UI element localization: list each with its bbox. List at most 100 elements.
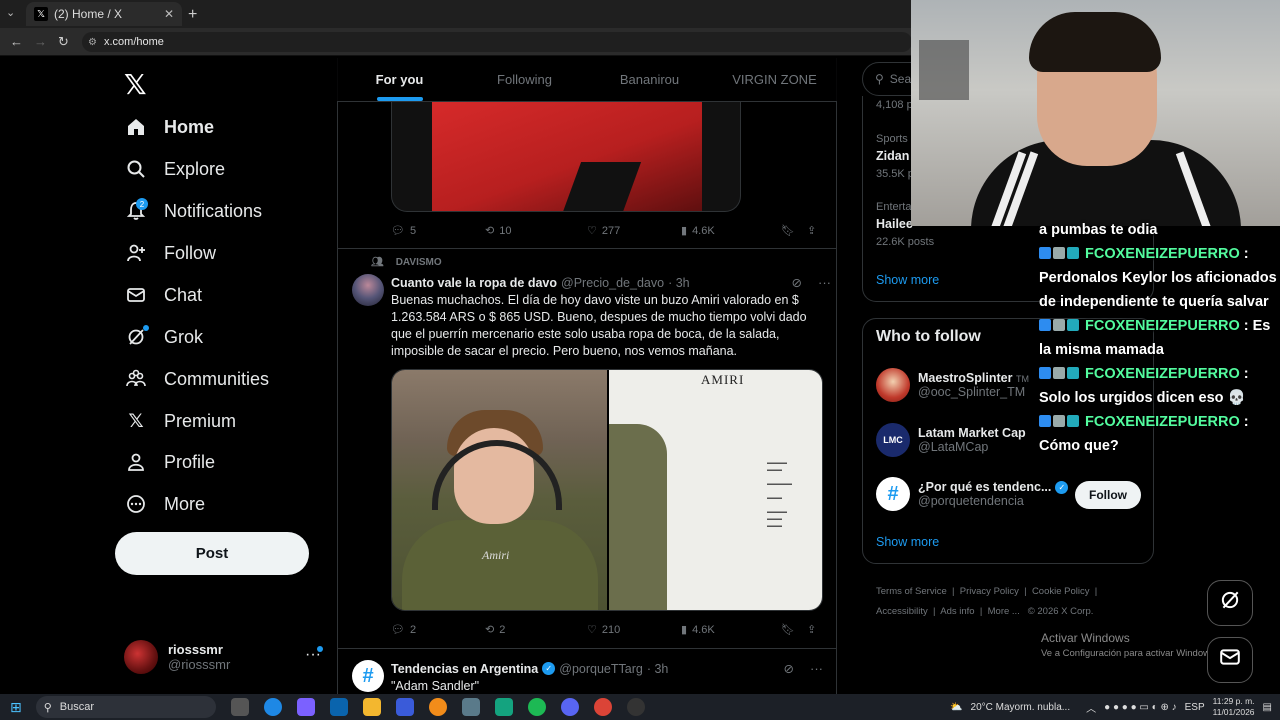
post-button[interactable]: Post: [115, 532, 309, 575]
author-handle[interactable]: @Precio_de_davo: [561, 276, 664, 290]
chat-message: FCOXENEIZEPUERRO : Es la misma mamada: [1039, 318, 1271, 358]
app-icon[interactable]: [461, 698, 480, 716]
tweet-image-grid[interactable]: Amiri AMIRI ▬▬▬▬ ▬▬▬ ▬▬▬▬▬ ▬▬▬ ▬▬▬▬ ▬▬▬ ▬▬▬: [391, 369, 823, 611]
copilot-icon[interactable]: [296, 698, 315, 716]
nav-premium[interactable]: 𝕏 Premium: [126, 403, 236, 439]
windows-start-icon[interactable]: ⊞: [10, 699, 22, 716]
weather-icon[interactable]: ⛅: [950, 702, 962, 713]
nav-follow[interactable]: Follow: [126, 235, 216, 271]
more-icon[interactable]: ···: [810, 661, 823, 676]
footer-link[interactable]: Cookie Policy: [1032, 586, 1090, 597]
url-field[interactable]: ⚙ x.com/home: [82, 32, 912, 52]
tweet-image-product[interactable]: AMIRI ▬▬▬▬ ▬▬▬ ▬▬▬▬▬ ▬▬▬ ▬▬▬▬ ▬▬▬ ▬▬▬: [609, 370, 822, 610]
footer-link[interactable]: Accessibility: [876, 606, 928, 617]
nav-label: Grok: [164, 326, 204, 347]
share-icon[interactable]: ⇪: [807, 623, 816, 636]
tab-close-icon[interactable]: ✕: [164, 7, 174, 21]
vscode-icon[interactable]: [395, 698, 414, 716]
follow-suggestion[interactable]: # ¿Por qué es tendenc... ✓ @porquetendenc…: [876, 477, 1069, 511]
tab-virgin-zone[interactable]: VIRGIN ZONE: [712, 58, 837, 101]
bookmark-icon[interactable]: 🔖︎: [781, 623, 807, 636]
follow-suggestion[interactable]: LMC Latam Market Cap @LataMCap: [876, 423, 1026, 457]
views-button[interactable]: ▮ 4.6K: [681, 623, 781, 637]
tab-for-you[interactable]: For you: [337, 58, 462, 101]
tweet-time[interactable]: · 3h: [647, 662, 669, 676]
author-handle[interactable]: @porqueTTarg: [559, 662, 643, 676]
views-button[interactable]: ▮ 4.6K: [681, 224, 781, 238]
footer-link[interactable]: More ...: [988, 606, 1020, 617]
tab-following[interactable]: Following: [462, 58, 587, 101]
grok-icon[interactable]: ⊘: [784, 661, 794, 676]
footer-link[interactable]: Terms of Service: [876, 586, 947, 597]
app-icon[interactable]: [494, 698, 513, 716]
show-more-link[interactable]: Show more: [876, 273, 939, 287]
reply-count: 5: [409, 224, 417, 237]
nav-explore[interactable]: Explore: [126, 151, 225, 187]
tweet-text: Buenas muchachos. El día de hoy davo vis…: [391, 293, 807, 358]
nav-chat[interactable]: Chat: [126, 277, 202, 313]
tweet-context[interactable]: 👥︎ DAVISMO: [371, 257, 442, 268]
repost-button[interactable]: ⟲ 2: [485, 623, 587, 637]
chrome-icon[interactable]: [593, 698, 612, 716]
tweet-image-person[interactable]: Amiri: [392, 370, 607, 610]
file-explorer-icon[interactable]: [362, 698, 381, 716]
app-icon[interactable]: [428, 698, 447, 716]
trend-name[interactable]: Zidan: [876, 149, 909, 163]
edge-icon[interactable]: [263, 698, 282, 716]
avatar[interactable]: [352, 274, 384, 306]
notification-center-icon[interactable]: ▤: [1263, 702, 1272, 713]
obs-icon[interactable]: [626, 698, 645, 716]
clock[interactable]: 11:29 p. m. 11/01/2026: [1213, 696, 1255, 718]
bookmark-icon[interactable]: 🔖︎: [781, 224, 807, 237]
taskbar-search[interactable]: ⚲ Buscar: [35, 696, 216, 718]
follow-button[interactable]: Follow: [1075, 481, 1141, 509]
weather-text[interactable]: 20°C Mayorm. nubla...: [971, 702, 1071, 713]
new-tab-button[interactable]: +: [188, 6, 197, 24]
view-count: 4.6K: [692, 224, 715, 237]
nav-profile[interactable]: Profile: [126, 444, 215, 480]
site-info-icon[interactable]: ⚙: [88, 37, 97, 48]
footer-link[interactable]: Privacy Policy: [960, 586, 1019, 597]
author-name[interactable]: Cuanto vale la ropa de davo: [391, 276, 557, 290]
back-icon[interactable]: ←: [10, 34, 23, 49]
footer-link[interactable]: Ads info: [940, 606, 974, 617]
browser-tab-x-home[interactable]: 𝕏 (2) Home / X ✕: [26, 2, 182, 26]
reload-icon[interactable]: ↻: [58, 34, 69, 50]
language-indicator[interactable]: ESP: [1185, 702, 1205, 713]
tray-chevron-icon[interactable]: ︿: [1086, 700, 1096, 715]
trend-name[interactable]: Hailee: [876, 217, 913, 231]
grok-icon[interactable]: ⊘: [792, 275, 802, 290]
spotify-icon[interactable]: [527, 698, 546, 716]
account-switcher[interactable]: riosssmr @riosssmr: [124, 640, 230, 674]
messages-fab-button[interactable]: [1207, 637, 1253, 683]
show-more-link[interactable]: Show more: [876, 535, 939, 549]
outlook-icon[interactable]: [329, 698, 348, 716]
tab-search-icon[interactable]: ⌄: [6, 6, 15, 19]
grok-fab-button[interactable]: [1207, 580, 1253, 626]
tray-icons[interactable]: ● ● ● ● ▭ ◐ ⊕ ♪: [1104, 702, 1176, 713]
search-icon: ⚲: [875, 72, 884, 86]
nav-home[interactable]: Home: [126, 109, 214, 145]
x-logo-icon[interactable]: 𝕏: [124, 68, 147, 101]
repost-button[interactable]: ⟲ 10: [485, 224, 587, 238]
reply-button[interactable]: 💬︎ 5: [391, 224, 485, 238]
nav-more[interactable]: More: [126, 486, 205, 522]
share-icon[interactable]: ⇪: [807, 224, 816, 237]
tweet-time[interactable]: · 3h: [668, 276, 690, 290]
like-button[interactable]: ♡ 277: [587, 224, 681, 238]
author-name[interactable]: Tendencias en Argentina: [391, 662, 538, 676]
nav-notifications[interactable]: 2 Notifications: [126, 193, 262, 229]
tab-bananirou[interactable]: Bananirou: [587, 58, 712, 101]
forward-icon[interactable]: →: [34, 34, 47, 49]
discord-icon[interactable]: [560, 698, 579, 716]
reply-button[interactable]: 💬︎ 2: [391, 623, 485, 637]
follow-suggestion[interactable]: MaestroSplinter TM @ooc_Splinter_TM: [876, 368, 1029, 402]
like-button[interactable]: ♡ 210: [587, 623, 681, 637]
more-icon[interactable]: ···: [818, 275, 831, 290]
task-view-icon[interactable]: [230, 698, 249, 716]
tweet-image-shirt[interactable]: [391, 102, 741, 212]
avatar[interactable]: #: [352, 660, 384, 692]
nav-communities[interactable]: Communities: [126, 361, 269, 397]
nav-grok[interactable]: Grok: [126, 319, 203, 355]
trend-category: Enterta: [876, 201, 912, 213]
